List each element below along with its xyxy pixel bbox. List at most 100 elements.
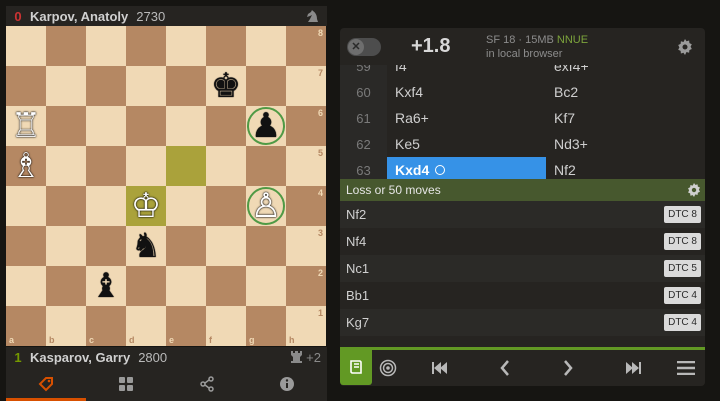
- move-black[interactable]: Nd3+: [546, 131, 705, 157]
- square-h2[interactable]: 2: [286, 266, 326, 306]
- square-g8[interactable]: [246, 26, 286, 66]
- tab-share[interactable]: [167, 367, 247, 401]
- square-b1[interactable]: b: [46, 306, 86, 346]
- square-a5[interactable]: [6, 146, 46, 186]
- move-number: 60: [340, 79, 387, 105]
- square-c8[interactable]: [86, 26, 126, 66]
- next-move-button[interactable]: [536, 350, 600, 386]
- player-name[interactable]: Karpov, Anatoly: [30, 9, 128, 24]
- square-h6[interactable]: 6: [286, 106, 326, 146]
- square-c7[interactable]: [86, 66, 126, 106]
- square-a7[interactable]: [6, 66, 46, 106]
- square-a4[interactable]: [6, 186, 46, 226]
- square-g1[interactable]: g: [246, 306, 286, 346]
- tablebase-move-row[interactable]: Bb1 DTC 4: [340, 282, 705, 309]
- square-b2[interactable]: [46, 266, 86, 306]
- move-white[interactable]: Ra6+: [387, 105, 546, 131]
- move-black[interactable]: Nf2: [546, 157, 705, 179]
- square-c4[interactable]: [86, 186, 126, 226]
- engine-settings-button[interactable]: [677, 38, 693, 55]
- square-f2[interactable]: [206, 266, 246, 306]
- square-b7[interactable]: [46, 66, 86, 106]
- move-black[interactable]: Bc2: [546, 79, 705, 105]
- square-d7[interactable]: [126, 66, 166, 106]
- first-move-button[interactable]: [404, 350, 474, 386]
- square-h8[interactable]: 8: [286, 26, 326, 66]
- square-d8[interactable]: [126, 26, 166, 66]
- menu-button[interactable]: [668, 350, 703, 386]
- move-white[interactable]: f4: [387, 65, 546, 79]
- opening-explorer-button[interactable]: [340, 348, 372, 385]
- square-b5[interactable]: [46, 146, 86, 186]
- square-e7[interactable]: [166, 66, 206, 106]
- square-f5[interactable]: [206, 146, 246, 186]
- square-f4[interactable]: [206, 186, 246, 226]
- square-e4[interactable]: [166, 186, 206, 226]
- prev-move-button[interactable]: [474, 350, 536, 386]
- square-f7[interactable]: [206, 66, 246, 106]
- square-d4[interactable]: [126, 186, 166, 226]
- tablebase-settings-button[interactable]: [687, 183, 701, 197]
- square-a8[interactable]: [6, 26, 46, 66]
- square-d2[interactable]: [126, 266, 166, 306]
- tablebase-move-row[interactable]: Nc1 DTC 5: [340, 255, 705, 282]
- square-g5[interactable]: [246, 146, 286, 186]
- square-h1[interactable]: h1: [286, 306, 326, 346]
- square-h5[interactable]: 5: [286, 146, 326, 186]
- move-list[interactable]: 59 f4 exf4+ 60 Kxf4 Bc2 61 Ra6+ Kf7 62 Ke5 Nd3+ 63 Kx…: [340, 65, 705, 179]
- square-h7[interactable]: 7: [286, 66, 326, 106]
- square-g3[interactable]: [246, 226, 286, 266]
- engine-toggle[interactable]: ✕: [347, 37, 381, 56]
- square-c1[interactable]: c: [86, 306, 126, 346]
- square-e1[interactable]: e: [166, 306, 206, 346]
- square-e5[interactable]: [166, 146, 206, 186]
- square-d6[interactable]: [126, 106, 166, 146]
- practice-button[interactable]: [372, 350, 404, 386]
- square-b8[interactable]: [46, 26, 86, 66]
- square-c6[interactable]: [86, 106, 126, 146]
- tab-info[interactable]: [247, 367, 327, 401]
- square-d1[interactable]: d: [126, 306, 166, 346]
- square-c3[interactable]: [86, 226, 126, 266]
- last-move-button[interactable]: [600, 350, 668, 386]
- square-e3[interactable]: [166, 226, 206, 266]
- move-white[interactable]: Kxf4: [387, 79, 546, 105]
- square-a1[interactable]: a: [6, 306, 46, 346]
- square-c5[interactable]: [86, 146, 126, 186]
- square-a2[interactable]: [6, 266, 46, 306]
- book-icon: [350, 359, 362, 374]
- square-a6[interactable]: [6, 106, 46, 146]
- tablebase-move-row[interactable]: Kg7 DTC 4: [340, 309, 705, 336]
- player-name[interactable]: Kasparov, Garry: [30, 350, 130, 365]
- move-white[interactable]: Ke5: [387, 131, 546, 157]
- tab-grid[interactable]: [86, 367, 166, 401]
- square-e8[interactable]: [166, 26, 206, 66]
- square-e2[interactable]: [166, 266, 206, 306]
- square-b6[interactable]: [46, 106, 86, 146]
- tablebase-move-row[interactable]: Nf2 DTC 8: [340, 201, 705, 228]
- square-g2[interactable]: [246, 266, 286, 306]
- square-b3[interactable]: [46, 226, 86, 266]
- square-a3[interactable]: [6, 226, 46, 266]
- square-d3[interactable]: [126, 226, 166, 266]
- move-black[interactable]: exf4+: [546, 65, 705, 79]
- move-white[interactable]: Kxd4: [387, 157, 546, 179]
- square-h4[interactable]: 4: [286, 186, 326, 226]
- file-coordinate: b: [49, 335, 55, 345]
- square-f8[interactable]: [206, 26, 246, 66]
- square-f1[interactable]: f: [206, 306, 246, 346]
- square-f6[interactable]: [206, 106, 246, 146]
- square-b4[interactable]: [46, 186, 86, 226]
- tab-tags[interactable]: [6, 367, 87, 401]
- tablebase-move-row[interactable]: Nf4 DTC 8: [340, 228, 705, 255]
- square-g7[interactable]: [246, 66, 286, 106]
- square-d5[interactable]: [126, 146, 166, 186]
- chessboard[interactable]: 8 7 6 5 4 3 2 a b c d e f g h 1 ♚ ♟ ♖ ♗ ♔ ♙ ♞ ♝: [6, 26, 326, 346]
- move-black[interactable]: Kf7: [546, 105, 705, 131]
- tablebase-move-row[interactable]: [340, 336, 705, 347]
- square-c2[interactable]: [86, 266, 126, 306]
- dtc-badge: DTC 4: [664, 287, 701, 304]
- square-h3[interactable]: 3: [286, 226, 326, 266]
- square-f3[interactable]: [206, 226, 246, 266]
- square-e6[interactable]: [166, 106, 206, 146]
